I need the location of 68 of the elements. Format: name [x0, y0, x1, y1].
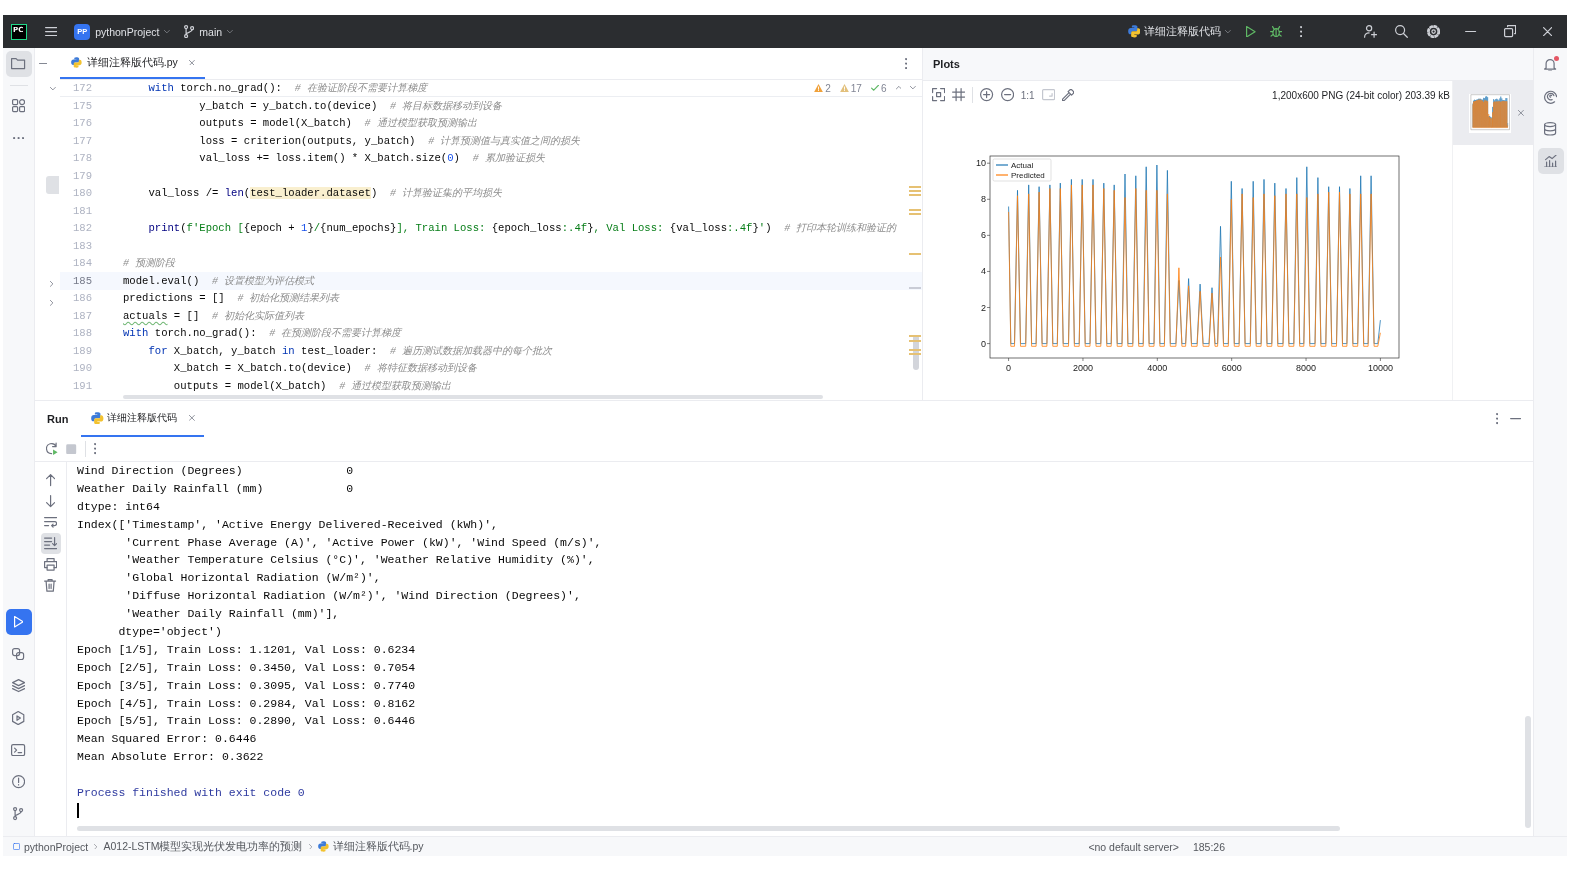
x-tick-label: 2000	[1072, 363, 1093, 373]
x-tick-label: 8000	[1296, 363, 1317, 373]
console-line: dtype='object')	[117, 624, 222, 640]
console-line: Epoch [3/5], Train Loss: 0.3095, Val Loss: 0.7740	[77, 677, 416, 694]
console-line: Epoch [4/5], Train Loss: 0.2984, Val Loss: 0.8162	[77, 695, 416, 712]
y-tick-label: 4	[981, 266, 986, 277]
code-line: val_loss += loss.item() * X_batch.size(0) # 累加验证损失	[198, 151, 545, 166]
line-number: 176	[71, 117, 92, 130]
console-line: Epoch [2/5], Train Loss: 0.3450, Val Loss: 0.7054	[77, 659, 416, 676]
console-line: Index(['Timestamp', 'Active Energy Delivered-Received (kWh)',	[77, 516, 498, 533]
line-number: 186	[71, 292, 92, 305]
line-number: 179	[71, 169, 92, 182]
code-line: model.eval() # 设置模型为评估模式	[123, 273, 315, 288]
console-line: dtype: int64	[77, 498, 160, 515]
x-tick-label: 4000	[1147, 363, 1168, 373]
line-number: 172	[71, 82, 92, 94]
line-number: 189	[71, 344, 92, 357]
y-tick-label: 6	[981, 230, 986, 241]
legend-label: Actual	[1011, 161, 1034, 170]
y-tick-label: 0	[981, 338, 986, 349]
y-tick-label: 2	[981, 302, 986, 313]
code-line: with torch.no_grad(): # 在验证阶段不需要计算梯度	[147, 81, 427, 95]
console-line: 'Current Phase Average (A)', 'Active Power (kW)', 'Wind Speed (m/s)',	[124, 534, 602, 551]
y-tick-label: 10	[976, 158, 986, 169]
code-line: X_batch = X_batch.to(device) # 将特征数据移动到设备	[172, 361, 477, 376]
console-line: Weather Daily Rainfall (mm) 0	[77, 480, 354, 497]
line-number: 181	[71, 204, 92, 217]
code-line: print(f'Epoch [{epoch + 1}/{num_epochs}], Train Loss: {epoch_loss:.4f}, Val Loss: {val_loss:.4f}') # 打印本轮训练和验证的	[147, 221, 897, 236]
line-number: 191	[71, 379, 92, 392]
code-line: y_batch = y_batch.to(device) # 将目标数据移动到设备	[198, 98, 503, 113]
code-line: for X_batch, y_batch in test_loader: # 遍历测试数据加载器中的每个批次	[147, 343, 553, 358]
line-number: 182	[71, 222, 92, 235]
x-tick-label: 0	[1006, 363, 1012, 373]
image-info: 1,200x600 PNG (24-bit color) 203.39 kB	[1272, 89, 1450, 101]
code-line: with torch.no_grad(): # 在预测阶段不需要计算梯度	[123, 326, 402, 341]
line-number: 187	[71, 309, 92, 322]
line-number: 177	[71, 134, 92, 147]
console-line: 'Diffuse Horizontal Radiation (W/m²)', 'Wind Direction (Degrees)',	[124, 588, 581, 605]
line-number: 175	[71, 99, 92, 112]
console-line: 'Global Horizontal Radiation (W/m²)',	[124, 570, 381, 587]
code-line: loss = criterion(outputs, y_batch) # 计算预测值与真实值之间的损失	[198, 133, 581, 148]
console-line: 'Weather Daily Rainfall (mm)'],	[124, 606, 340, 623]
code-line: # 预测阶段	[123, 257, 175, 271]
x-tick-label: 10000	[1367, 363, 1393, 373]
console-line: Mean Squared Error: 0.6446	[77, 731, 257, 748]
console-line: 'Weather Temperature Celsius (°C)', 'Weather Relative Humidity (%)',	[124, 552, 595, 569]
line-number: 185	[71, 274, 92, 287]
code-line: outputs = model(X_batch) # 通过模型获取预测输出	[198, 116, 477, 131]
line-number: 178	[71, 152, 92, 165]
code-line: predictions = [] # 初始化预测结果列表	[123, 291, 340, 306]
line-number: 184	[71, 257, 92, 270]
line-number: 183	[71, 239, 92, 252]
console-line: Mean Absolute Error: 0.3622	[77, 749, 264, 766]
panel-title: Plots	[933, 58, 960, 70]
panel-title: Run	[47, 413, 69, 425]
y-tick-label: 8	[981, 194, 986, 205]
x-tick-label: 6000	[1221, 363, 1242, 373]
console-line: Process finished with exit code 0	[77, 785, 305, 802]
line-number: 190	[71, 362, 92, 375]
code-line: outputs = model(X_batch) # 通过模型获取预测输出	[172, 378, 452, 393]
line-number: 180	[71, 187, 92, 200]
line-number: 188	[71, 327, 92, 340]
console-line: Epoch [5/5], Train Loss: 0.2890, Val Loss: 0.6446	[77, 713, 416, 730]
console-line: Wind Direction (Degrees) 0	[77, 463, 354, 479]
code-line: actuals = [] # 初始化实际值列表	[123, 308, 305, 323]
console-line: Epoch [1/5], Train Loss: 1.1201, Val Loss: 0.6234	[77, 641, 416, 658]
legend-label: Predicted	[1011, 171, 1045, 180]
code-line: val_loss /= len(test_loader.dataset) # 计算验证集的平均损失	[147, 186, 503, 201]
